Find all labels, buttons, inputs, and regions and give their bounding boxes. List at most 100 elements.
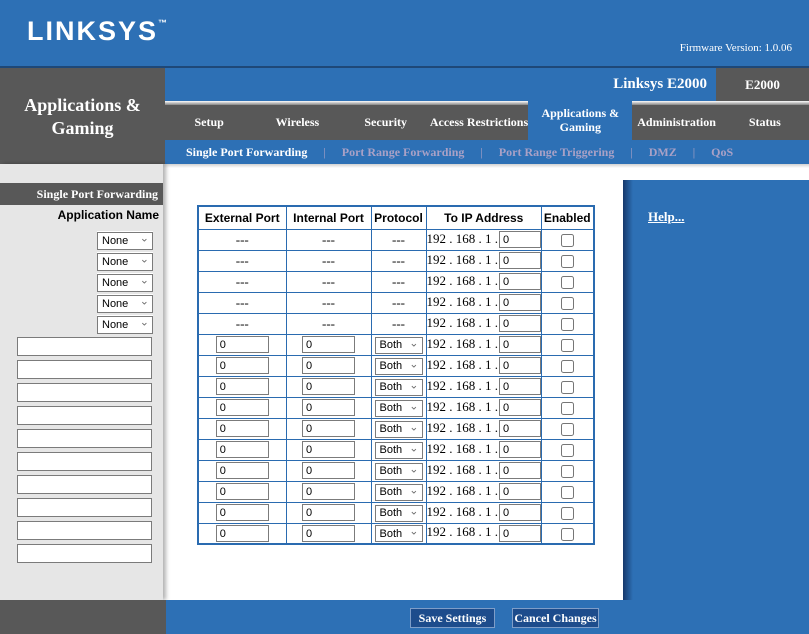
protocol-select[interactable]: Both: [375, 525, 423, 542]
subnav-item-qos[interactable]: QoS: [711, 145, 733, 160]
table-row: ---------192 . 168 . 1 .: [198, 271, 594, 292]
subnav-item-single-port-forwarding[interactable]: Single Port Forwarding: [186, 145, 307, 160]
ip-octet-input[interactable]: [499, 399, 541, 416]
tab-setup[interactable]: Setup: [165, 105, 253, 140]
ip-octet-input[interactable]: [499, 441, 541, 458]
protocol-select[interactable]: Both: [375, 421, 423, 438]
enabled-checkbox[interactable]: [561, 528, 574, 541]
enabled-checkbox[interactable]: [561, 339, 574, 352]
internal-port-input[interactable]: [302, 336, 355, 353]
external-port-cell: [198, 460, 286, 481]
firmware-version: Firmware Version: 1.0.06: [680, 42, 792, 54]
enabled-checkbox[interactable]: [561, 360, 574, 373]
enabled-checkbox[interactable]: [561, 507, 574, 520]
enabled-checkbox[interactable]: [561, 402, 574, 415]
tab-administration[interactable]: Administration: [632, 105, 720, 140]
tab-security[interactable]: Security: [342, 105, 430, 140]
application-name-input[interactable]: [17, 498, 152, 517]
enabled-checkbox[interactable]: [561, 486, 574, 499]
subnav-item-dmz[interactable]: DMZ: [649, 145, 677, 160]
subnav-item-port-range-forwarding[interactable]: Port Range Forwarding: [342, 145, 465, 160]
protocol-select[interactable]: Both: [375, 463, 423, 480]
table-row: Both⌄192 . 168 . 1 .: [198, 439, 594, 460]
enabled-cell: [542, 523, 594, 544]
internal-port-input[interactable]: [302, 483, 355, 500]
ip-octet-input[interactable]: [499, 420, 541, 437]
application-name-input[interactable]: [17, 475, 152, 494]
external-port-input[interactable]: [216, 378, 269, 395]
application-name-select[interactable]: None: [97, 253, 153, 271]
ip-octet-input[interactable]: [499, 357, 541, 374]
protocol-select[interactable]: Both: [375, 337, 423, 354]
enabled-checkbox[interactable]: [561, 255, 574, 268]
internal-port-input[interactable]: [302, 441, 355, 458]
save-settings-button[interactable]: Save Settings: [410, 608, 495, 628]
internal-port-cell: [286, 481, 371, 502]
to-ip-address-cell: 192 . 168 . 1 .: [426, 334, 542, 355]
application-name-input[interactable]: [17, 337, 152, 356]
enabled-checkbox[interactable]: [561, 423, 574, 436]
protocol-select[interactable]: Both: [375, 400, 423, 417]
application-name-select[interactable]: None: [97, 316, 153, 334]
application-name-input[interactable]: [17, 544, 152, 563]
internal-port-input[interactable]: [302, 420, 355, 437]
tab-access-restrictions[interactable]: Access Restrictions: [430, 105, 528, 140]
enabled-checkbox[interactable]: [561, 297, 574, 310]
ip-octet-input[interactable]: [499, 231, 541, 248]
external-port-input[interactable]: [216, 357, 269, 374]
application-name-selects: None⌄None⌄None⌄None⌄None⌄: [0, 231, 163, 336]
protocol-select[interactable]: Both: [375, 484, 423, 501]
cancel-changes-button[interactable]: Cancel Changes: [512, 608, 599, 628]
protocol-select[interactable]: Both: [375, 358, 423, 375]
tab-status[interactable]: Status: [721, 105, 809, 140]
internal-port-input[interactable]: [302, 525, 355, 542]
ip-octet-input[interactable]: [499, 252, 541, 269]
internal-port-input[interactable]: [302, 399, 355, 416]
application-name-input[interactable]: [17, 383, 152, 402]
enabled-checkbox[interactable]: [561, 465, 574, 478]
tab-wireless[interactable]: Wireless: [253, 105, 341, 140]
protocol-select[interactable]: Both: [375, 505, 423, 522]
external-port-input[interactable]: [216, 441, 269, 458]
ip-octet-input[interactable]: [499, 378, 541, 395]
external-port-input[interactable]: [216, 420, 269, 437]
application-name-input[interactable]: [17, 429, 152, 448]
ip-octet-input[interactable]: [499, 462, 541, 479]
external-port-input[interactable]: [216, 336, 269, 353]
help-link[interactable]: Help...: [648, 209, 684, 224]
ip-octet-input[interactable]: [499, 525, 541, 542]
enabled-checkbox[interactable]: [561, 276, 574, 289]
external-port-input[interactable]: [216, 504, 269, 521]
external-port-input[interactable]: [216, 525, 269, 542]
ip-octet-input[interactable]: [499, 336, 541, 353]
external-port-input[interactable]: [216, 399, 269, 416]
ip-prefix: 192 . 168 . 1 .: [427, 315, 499, 330]
ip-octet-input[interactable]: [499, 483, 541, 500]
internal-port-input[interactable]: [302, 504, 355, 521]
application-name-input[interactable]: [17, 452, 152, 471]
table-row: Both⌄192 . 168 . 1 .: [198, 334, 594, 355]
enabled-checkbox[interactable]: [561, 381, 574, 394]
application-name-input[interactable]: [17, 521, 152, 540]
enabled-checkbox[interactable]: [561, 234, 574, 247]
subnav-item-port-range-triggering[interactable]: Port Range Triggering: [499, 145, 615, 160]
internal-port-input[interactable]: [302, 378, 355, 395]
protocol-select[interactable]: Both: [375, 442, 423, 459]
application-name-input[interactable]: [17, 406, 152, 425]
external-port-input[interactable]: [216, 483, 269, 500]
application-name-select[interactable]: None: [97, 295, 153, 313]
internal-port-input[interactable]: [302, 462, 355, 479]
enabled-checkbox[interactable]: [561, 444, 574, 457]
application-name-select[interactable]: None: [97, 232, 153, 250]
tab-applications-gaming[interactable]: Applications & Gaming: [528, 100, 632, 140]
enabled-checkbox[interactable]: [561, 318, 574, 331]
application-name-select[interactable]: None: [97, 274, 153, 292]
application-name-input[interactable]: [17, 360, 152, 379]
ip-octet-input[interactable]: [499, 273, 541, 290]
ip-octet-input[interactable]: [499, 504, 541, 521]
ip-octet-input[interactable]: [499, 294, 541, 311]
external-port-input[interactable]: [216, 462, 269, 479]
internal-port-input[interactable]: [302, 357, 355, 374]
ip-octet-input[interactable]: [499, 315, 541, 332]
protocol-select[interactable]: Both: [375, 379, 423, 396]
